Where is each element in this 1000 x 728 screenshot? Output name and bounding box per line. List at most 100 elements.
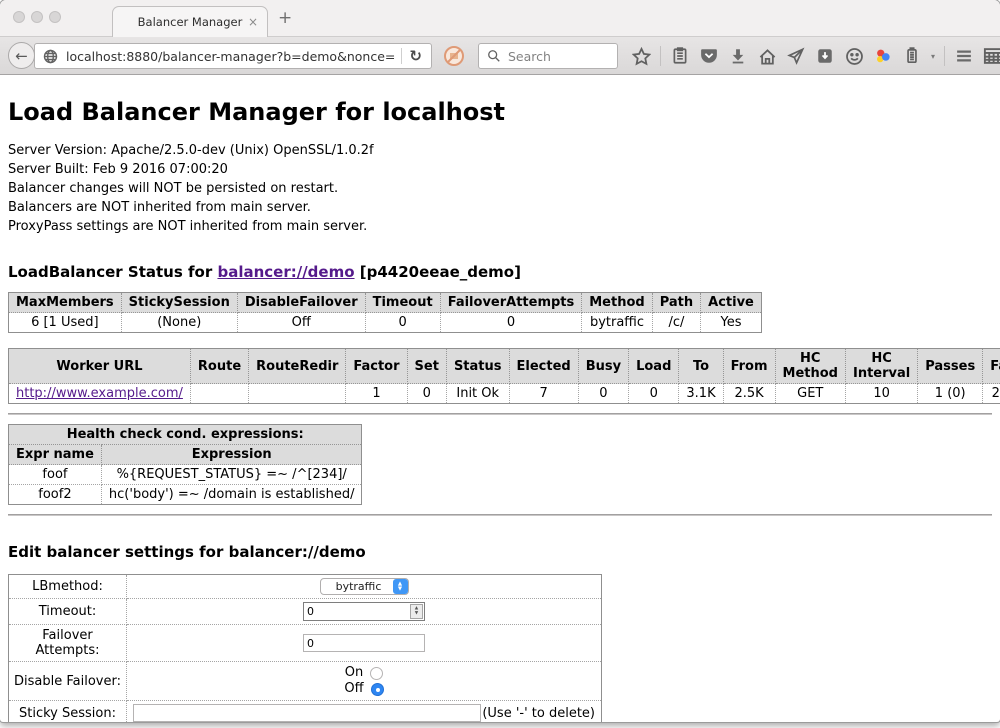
col-maxmembers: MaxMembers [9, 293, 122, 313]
radio-on[interactable] [370, 667, 383, 680]
cell-passes: 1 (0) [918, 384, 983, 404]
feedback-smiley-icon[interactable] [844, 46, 864, 66]
cell-expression: hc('body') =~ /domain is established/ [101, 485, 362, 505]
form-row-lbmethod: LBmethod: bytraffic ▲▼ [9, 575, 602, 599]
cell-status: Init Ok [446, 384, 509, 404]
server-built-line: Server Built: Feb 9 2016 07:00:20 [8, 160, 992, 179]
col-hc-method: HC Method [775, 349, 845, 384]
cell-timeout: 0 [365, 313, 440, 333]
form-row-failover-attempts: Failover Attempts: [9, 625, 602, 662]
lbmethod-label: LBmethod: [9, 575, 127, 599]
window-close-button[interactable] [13, 11, 25, 23]
cell-path: /c/ [652, 313, 700, 333]
cell-elected: 7 [509, 384, 578, 404]
home-icon[interactable] [757, 46, 777, 66]
cell-stickysession: (None) [121, 313, 237, 333]
reload-icon[interactable]: ↻ [409, 47, 422, 65]
worker-url-link[interactable]: http://www.example.com/ [16, 386, 183, 401]
radio-on-label: On [345, 665, 363, 681]
balancer-demo-link[interactable]: balancer://demo [217, 263, 354, 281]
sidebar-grid-icon[interactable] [983, 46, 1000, 66]
timeout-input-wrapper: ▲▼ [303, 602, 425, 621]
health-table-title: Health check cond. expressions: [9, 425, 362, 445]
pocket-icon[interactable] [699, 46, 719, 66]
form-row-disable-failover: Disable Failover: On Off [9, 662, 602, 701]
cell-to: 3.1K [679, 384, 723, 404]
new-tab-button[interactable]: + [278, 8, 292, 28]
col-expression: Expression [101, 445, 362, 465]
cell-fails: 2 (0) [983, 384, 1000, 404]
table-header-row: Health check cond. expressions: [9, 425, 362, 445]
tab-balancer-manager[interactable]: Balancer Manager × [112, 6, 268, 37]
cell-expr-name: foof2 [9, 485, 102, 505]
back-button[interactable]: ← [8, 42, 35, 69]
edit-balancer-heading: Edit balancer settings for balancer://de… [8, 543, 992, 561]
select-stepper-icon[interactable]: ▲▼ [393, 579, 408, 594]
section-divider [8, 514, 992, 516]
cell-factor: 1 [346, 384, 407, 404]
timeout-label: Timeout: [9, 599, 127, 625]
battery-icon[interactable] [902, 46, 922, 66]
col-method: Method [582, 293, 652, 313]
bookmark-star-icon[interactable] [631, 46, 651, 66]
disable-failover-label: Disable Failover: [9, 662, 127, 701]
back-arrow-icon: ← [15, 47, 28, 65]
content-blocker-icon[interactable] [444, 46, 464, 66]
col-elected: Elected [509, 349, 578, 384]
window-minimize-button[interactable] [31, 11, 43, 23]
colors-extension-icon[interactable] [873, 46, 893, 66]
col-expr-name: Expr name [9, 445, 102, 465]
toolbar-icons: ▾ [631, 37, 1000, 75]
col-disablefailover: DisableFailover [237, 293, 365, 313]
app-install-icon[interactable] [815, 46, 835, 66]
tab-close-icon[interactable]: × [248, 15, 258, 29]
col-path: Path [652, 293, 700, 313]
balancer-status-table: MaxMembers StickySession DisableFailover… [8, 292, 762, 333]
server-version-line: Server Version: Apache/2.5.0-dev (Unix) … [8, 141, 992, 160]
toolbar-separator [660, 46, 661, 66]
col-from: From [723, 349, 775, 384]
failover-attempts-input[interactable] [303, 634, 425, 652]
lbmethod-select[interactable]: bytraffic ▲▼ [320, 578, 409, 595]
col-fails: Fails [983, 349, 1000, 384]
urlbar-divider [401, 48, 402, 64]
cell-active: Yes [701, 313, 762, 333]
table-header-row: Expr name Expression [9, 445, 362, 465]
status-heading-suffix: [p4420eeae_demo] [355, 263, 521, 281]
reading-list-icon[interactable] [670, 46, 690, 66]
col-passes: Passes [918, 349, 983, 384]
sticky-session-input[interactable] [133, 704, 481, 722]
menu-hamburger-icon[interactable] [954, 46, 974, 66]
cell-from: 2.5K [723, 384, 775, 404]
col-factor: Factor [346, 349, 407, 384]
url-input[interactable] [64, 48, 397, 65]
table-row: foof2 hc('body') =~ /domain is establish… [9, 485, 362, 505]
col-hc-interval: HC Interval [845, 349, 917, 384]
site-identity-globe-icon [43, 49, 58, 64]
lbmethod-selected-value: bytraffic [335, 580, 393, 593]
col-timeout: Timeout [365, 293, 440, 313]
browser-window: Balancer Manager × + ← ↻ [0, 0, 1000, 722]
cell-hc-method: GET [775, 384, 845, 404]
cell-expression: %{REQUEST_STATUS} =~ /^[234]/ [101, 465, 362, 485]
url-bar[interactable]: ↻ [34, 43, 432, 69]
cell-set: 0 [407, 384, 446, 404]
col-set: Set [407, 349, 446, 384]
cell-method: bytraffic [582, 313, 652, 333]
table-row: foof %{REQUEST_STATUS} =~ /^[234]/ [9, 465, 362, 485]
edit-balancer-form: LBmethod: bytraffic ▲▼ Timeout: ▲▼ [8, 574, 602, 722]
radio-off-label: Off [344, 681, 363, 697]
radio-off[interactable] [371, 683, 384, 696]
search-bar[interactable] [478, 43, 618, 69]
number-spinner-icon[interactable]: ▲▼ [410, 604, 423, 619]
search-input[interactable] [506, 48, 617, 65]
cell-hc-interval: 10 [845, 384, 917, 404]
downloads-icon[interactable] [728, 46, 748, 66]
cell-expr-name: foof [9, 465, 102, 485]
timeout-input[interactable] [304, 605, 424, 618]
col-stickysession: StickySession [121, 293, 237, 313]
page-title: Load Balancer Manager for localhost [8, 98, 992, 126]
battery-dropdown-caret[interactable]: ▾ [931, 52, 935, 61]
window-zoom-button[interactable] [49, 11, 61, 23]
send-tab-icon[interactable] [786, 46, 806, 66]
